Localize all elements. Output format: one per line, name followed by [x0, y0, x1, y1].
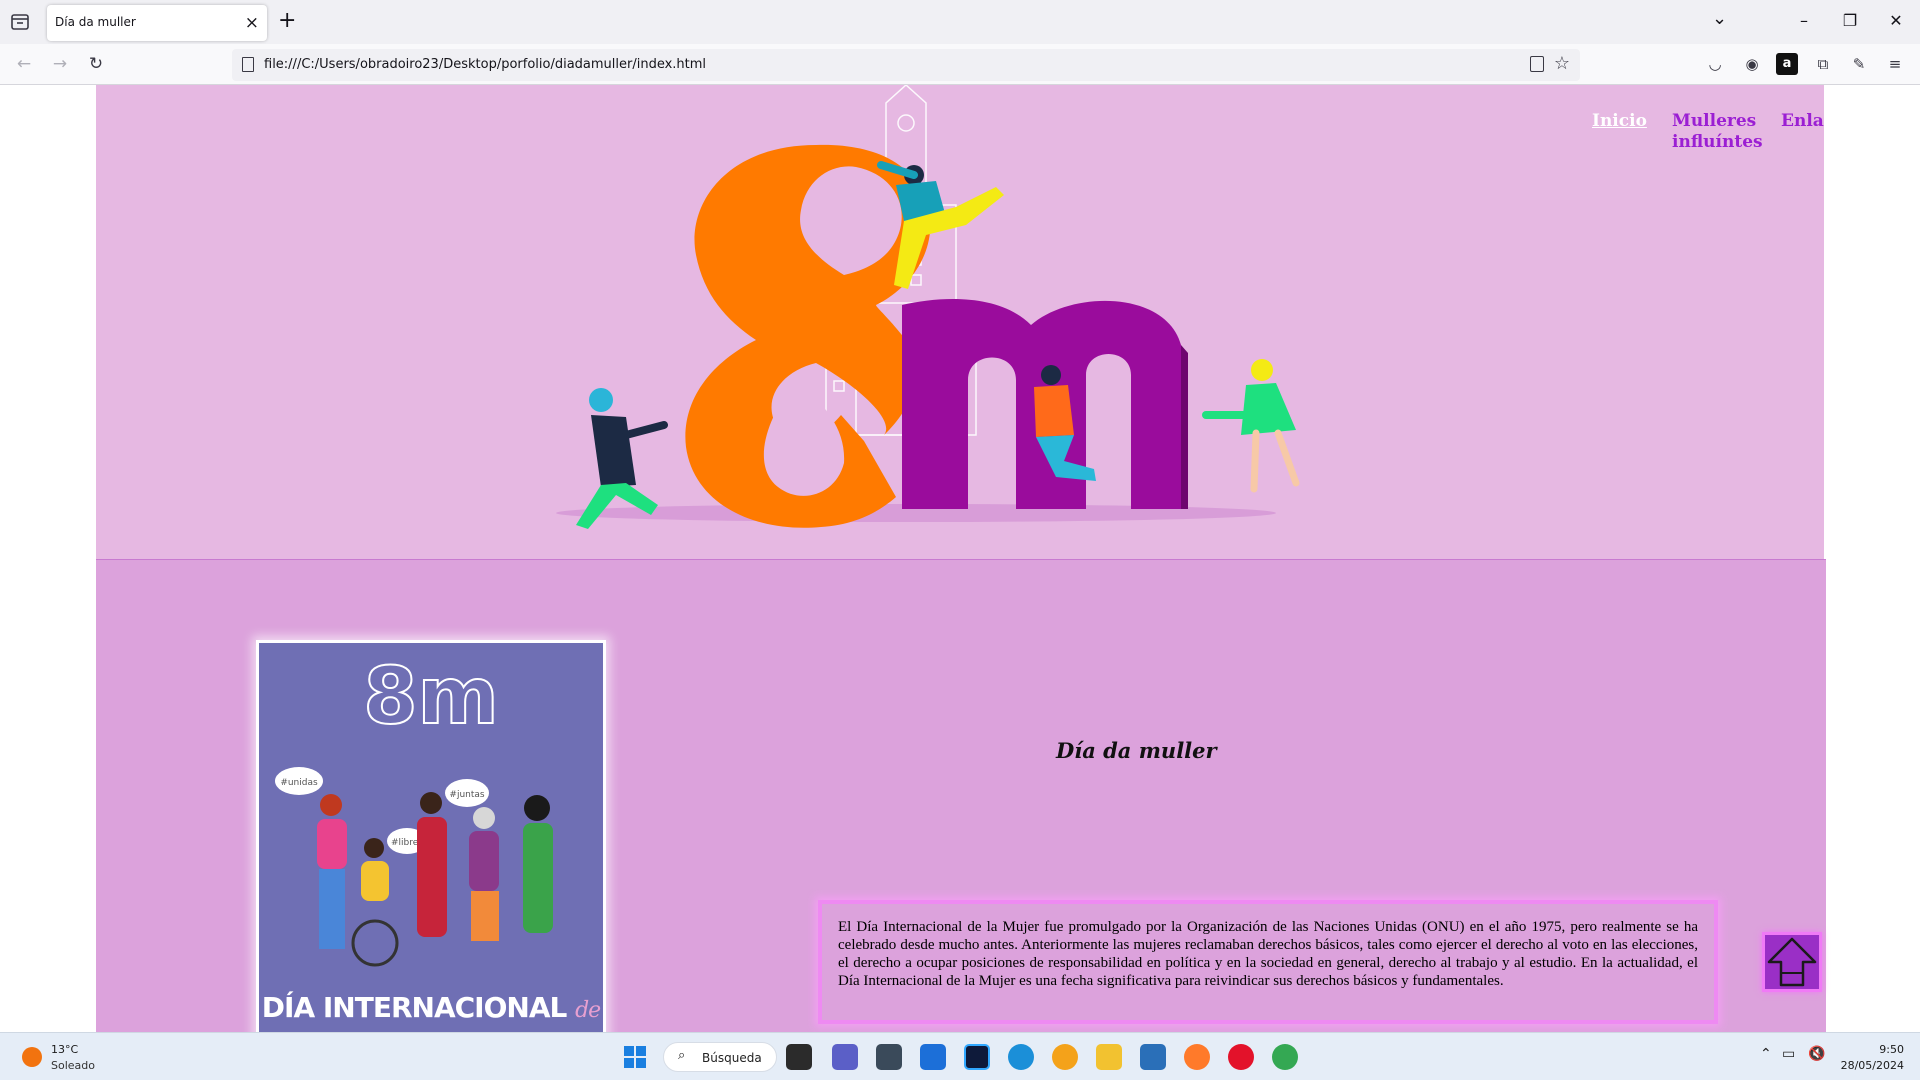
- weather-description[interactable]: Soleado: [51, 1059, 95, 1072]
- url-text[interactable]: file:///C:/Users/obradoiro23/Desktop/por…: [264, 57, 706, 72]
- svg-text:#unidas: #unidas: [280, 778, 318, 788]
- navigation-toolbar: ← → ↻ file:///C:/Users/obradoiro23/Deskt…: [0, 44, 1920, 85]
- taskbar-search[interactable]: ⌕ Búsqueda: [663, 1042, 777, 1072]
- tray-chevron-up-icon[interactable]: ⌃: [1760, 1046, 1772, 1062]
- poster-speech-bubbles: #unidas #juntas #libres: [275, 767, 489, 854]
- account-icon[interactable]: ◉: [1741, 53, 1763, 75]
- eyedropper-icon[interactable]: ✎: [1848, 53, 1870, 75]
- nav-link-mulleres-influintes[interactable]: Mulleres influíntes: [1672, 111, 1763, 153]
- poster-image: 8m #unidas #juntas #libres DÍA INTERNACI…: [256, 640, 606, 1032]
- windows-start-icon[interactable]: [623, 1045, 647, 1069]
- poster-illustration: 8m #unidas #juntas #libres: [275, 651, 553, 967]
- page-viewport: Inicio Mulleres influíntes Enlaces 8m #u…: [0, 85, 1920, 1032]
- sun-weather-icon[interactable]: [22, 1047, 42, 1067]
- reload-icon[interactable]: ↻: [84, 52, 108, 76]
- tab-title: Día da muller: [55, 15, 136, 29]
- close-window-icon[interactable]: ✕: [1876, 8, 1916, 34]
- back-arrow-icon[interactable]: ←: [12, 52, 36, 76]
- file-explorer-icon[interactable]: [1096, 1044, 1122, 1070]
- clock-date[interactable]: 28/05/2024: [1838, 1059, 1904, 1072]
- firefox-icon[interactable]: [1184, 1044, 1210, 1070]
- extensions-icon[interactable]: ⧉: [1812, 53, 1834, 75]
- active-tab[interactable]: Día da muller ×: [47, 5, 267, 41]
- tab-list-icon[interactable]: [8, 10, 32, 34]
- chrome-icon[interactable]: [1272, 1044, 1298, 1070]
- minimize-icon[interactable]: –: [1784, 8, 1824, 34]
- poster-headline: 8m: [363, 652, 499, 742]
- info-box: El Día Internacional de la Mujer fue pro…: [818, 900, 1718, 1024]
- tab-close-icon[interactable]: ×: [245, 13, 259, 33]
- app-icon[interactable]: [1140, 1044, 1166, 1070]
- poster-caption: DÍA INTERNACIONAL de las: [261, 991, 601, 1032]
- reader-view-icon[interactable]: [1530, 56, 1544, 72]
- restore-icon[interactable]: ❐: [1830, 8, 1870, 34]
- bookmark-star-icon[interactable]: ☆: [1554, 53, 1570, 74]
- section-title: Día da muller: [1056, 738, 1217, 763]
- opera-icon[interactable]: [1228, 1044, 1254, 1070]
- nav-link-inicio[interactable]: Inicio: [1592, 111, 1647, 132]
- nav-link-enlaces[interactable]: Enlaces: [1781, 111, 1824, 132]
- tab-overflow-chevron-icon[interactable]: ⌄: [1712, 8, 1727, 29]
- woman-pushing-left-figure: [576, 388, 668, 529]
- new-tab-button[interactable]: +: [278, 8, 296, 34]
- clock-time[interactable]: 9:50: [1860, 1043, 1904, 1056]
- woman-pushing-right-figure: [1202, 359, 1300, 493]
- photoshop-icon[interactable]: [964, 1044, 990, 1070]
- tab-bar: Día da muller × + ⌄ – ❐ ✕: [0, 0, 1920, 44]
- app-icon[interactable]: [876, 1044, 902, 1070]
- store-icon[interactable]: [920, 1044, 946, 1070]
- site-header: Inicio Mulleres influíntes Enlaces: [96, 85, 1824, 559]
- search-icon: ⌕: [678, 1048, 686, 1063]
- search-label: Búsqueda: [702, 1051, 762, 1065]
- main-section: 8m #unidas #juntas #libres DÍA INTERNACI…: [96, 559, 1826, 1032]
- back-to-top-button[interactable]: [1762, 932, 1822, 992]
- page-icon: [242, 57, 254, 72]
- arrow-up-icon: [1767, 937, 1817, 987]
- site-container: Inicio Mulleres influíntes Enlaces 8m #u…: [96, 85, 1826, 1032]
- taskbar: 13°C Soleado ⌕ Búsqueda ⌃ ▭ 🔇 9:50 28/05…: [0, 1032, 1920, 1080]
- teams-icon[interactable]: [832, 1044, 858, 1070]
- info-paragraph: El Día Internacional de la Mujer fue pro…: [838, 919, 1698, 989]
- url-bar[interactable]: file:///C:/Users/obradoiro23/Desktop/por…: [232, 49, 1580, 81]
- edge-icon[interactable]: [1008, 1044, 1034, 1070]
- svg-text:#juntas: #juntas: [449, 790, 484, 800]
- network-icon[interactable]: ▭: [1782, 1046, 1795, 1062]
- eight-letter: [685, 144, 931, 528]
- menu-icon[interactable]: ≡: [1884, 53, 1906, 75]
- amazon-extension-icon[interactable]: a: [1776, 53, 1798, 75]
- forward-arrow-icon[interactable]: →: [48, 52, 72, 76]
- poster-women-group: [317, 792, 553, 967]
- main-navigation: Inicio Mulleres influíntes Enlaces: [1496, 111, 1824, 171]
- chrome-canary-icon[interactable]: [1052, 1044, 1078, 1070]
- task-view-icon[interactable]: [786, 1044, 812, 1070]
- volume-muted-icon[interactable]: 🔇: [1808, 1046, 1825, 1062]
- pocket-icon[interactable]: ◡: [1704, 53, 1726, 75]
- weather-temperature[interactable]: 13°C: [51, 1043, 78, 1056]
